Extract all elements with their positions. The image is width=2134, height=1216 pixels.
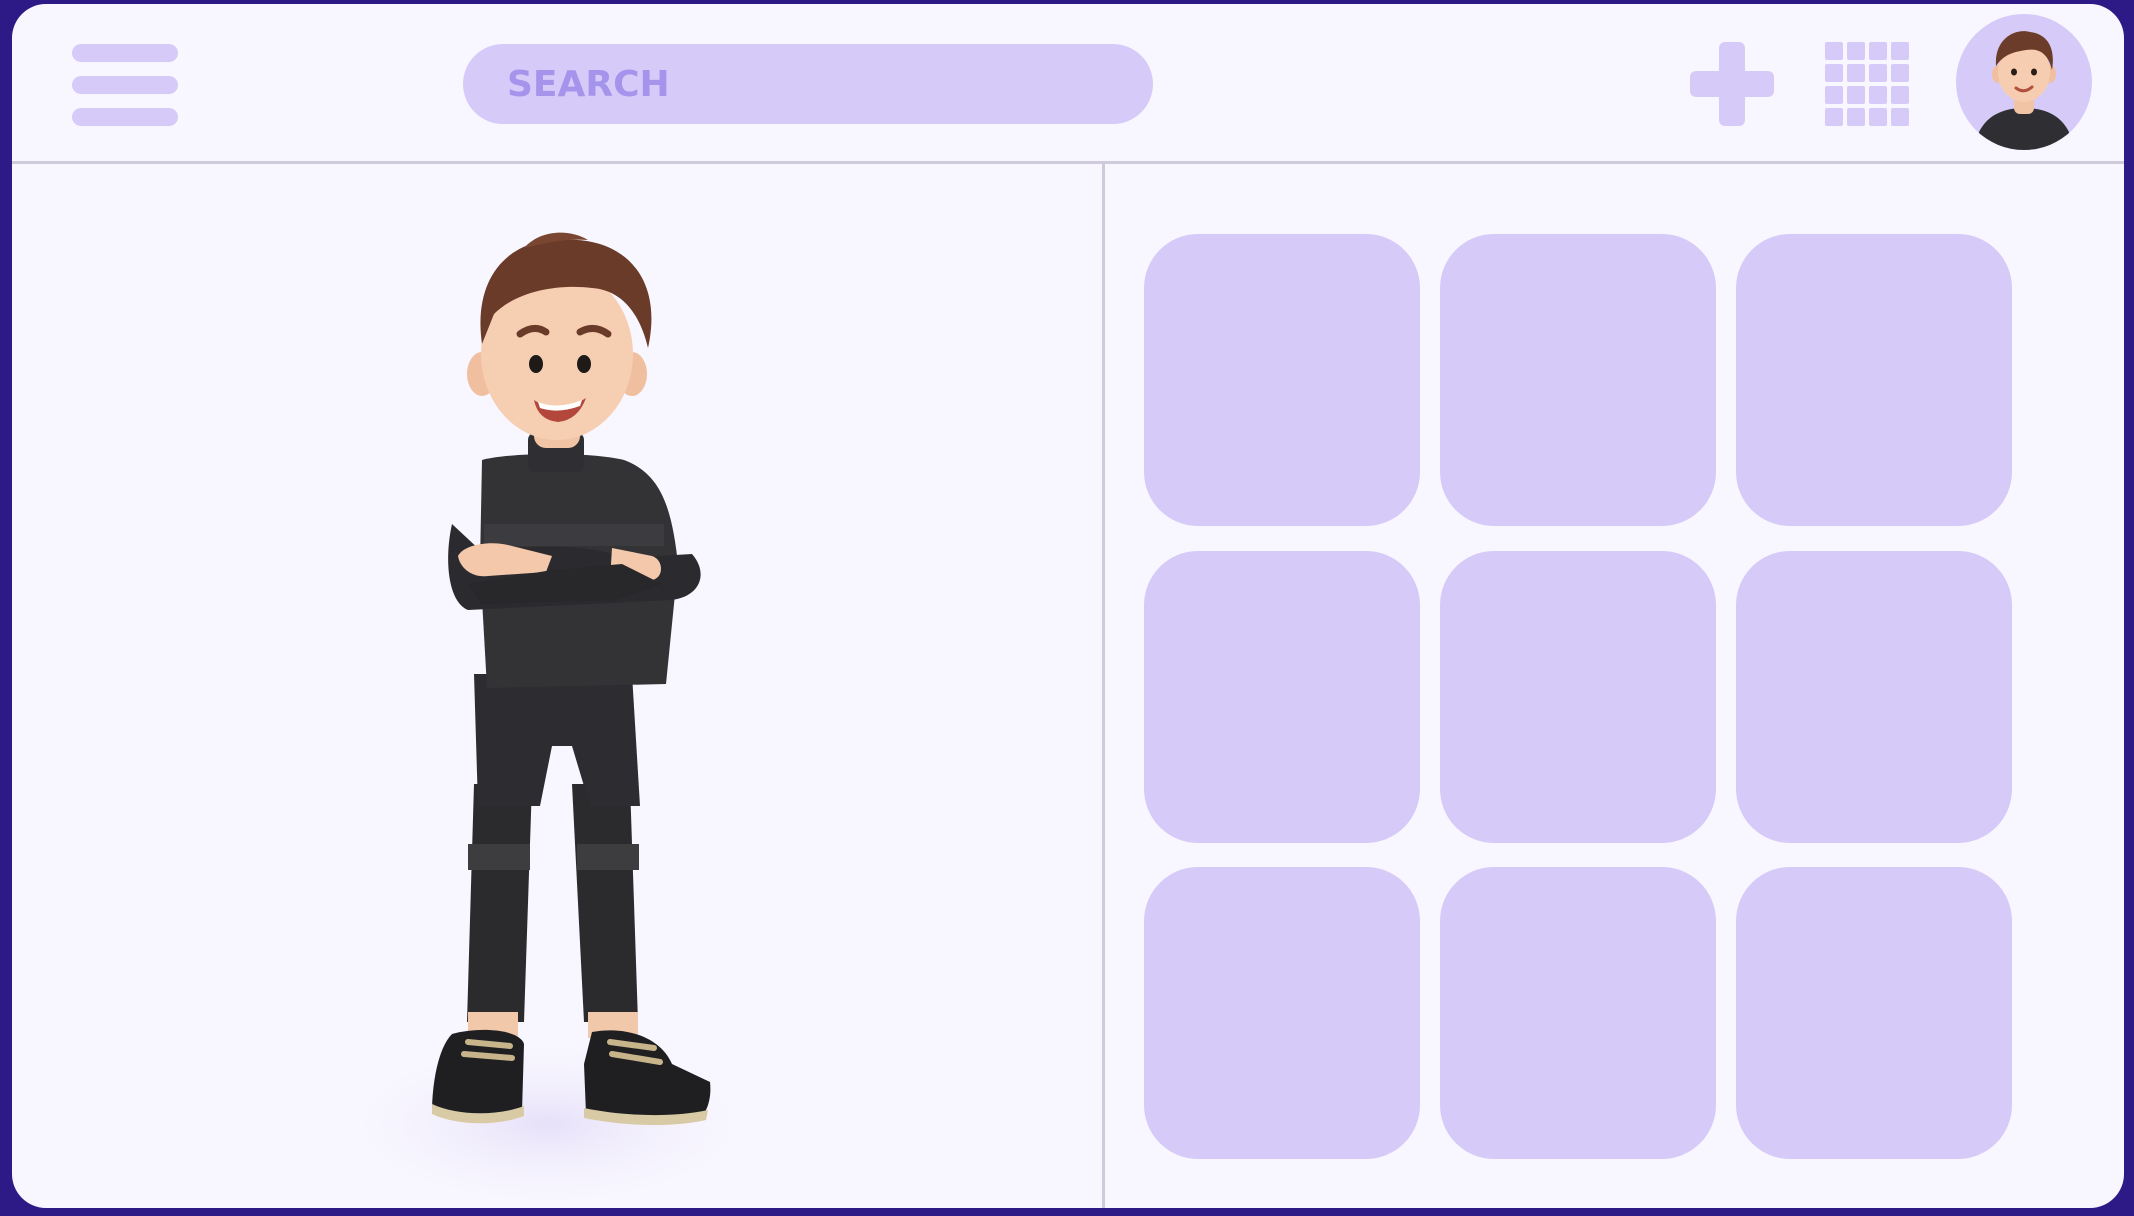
grid-cell [1825,86,1843,104]
app-window [12,4,2124,1208]
grid-cell [1825,108,1843,126]
grid-cell [1847,42,1865,60]
grid-cell [1891,86,1909,104]
grid-cell [1847,64,1865,82]
tile-grid [1144,234,2024,1164]
menu-line [72,76,178,94]
user-avatar[interactable] [1956,14,2092,150]
hamburger-menu-icon[interactable] [72,44,178,128]
character-illustration [327,232,767,1208]
grid-tile[interactable] [1736,234,2012,526]
grid-cell [1869,108,1887,126]
grid-cell [1825,64,1843,82]
panel-divider [1102,164,1105,1208]
grid-icon[interactable] [1825,42,1909,126]
top-bar [12,4,2124,164]
avatar-portrait [1974,31,2074,150]
hero-panel [12,164,1102,1208]
grid-cell [1847,108,1865,126]
grid-cell [1891,42,1909,60]
grid-cell [1869,86,1887,104]
menu-line [72,44,178,62]
menu-line [72,108,178,126]
grid-tile[interactable] [1440,551,1716,843]
grid-tile[interactable] [1736,551,2012,843]
grid-cell [1869,42,1887,60]
plus-icon[interactable] [1690,42,1774,126]
grid-cell [1891,108,1909,126]
grid-tile[interactable] [1144,867,1420,1159]
grid-tile[interactable] [1440,867,1716,1159]
grid-tile[interactable] [1736,867,2012,1159]
grid-tile[interactable] [1440,234,1716,526]
grid-cell [1869,64,1887,82]
plus-horizontal-bar [1690,71,1774,97]
search-input[interactable] [463,44,1153,124]
grid-cell [1891,64,1909,82]
grid-cell [1825,42,1843,60]
grid-tile[interactable] [1144,551,1420,843]
grid-cell [1847,86,1865,104]
grid-tile[interactable] [1144,234,1420,526]
